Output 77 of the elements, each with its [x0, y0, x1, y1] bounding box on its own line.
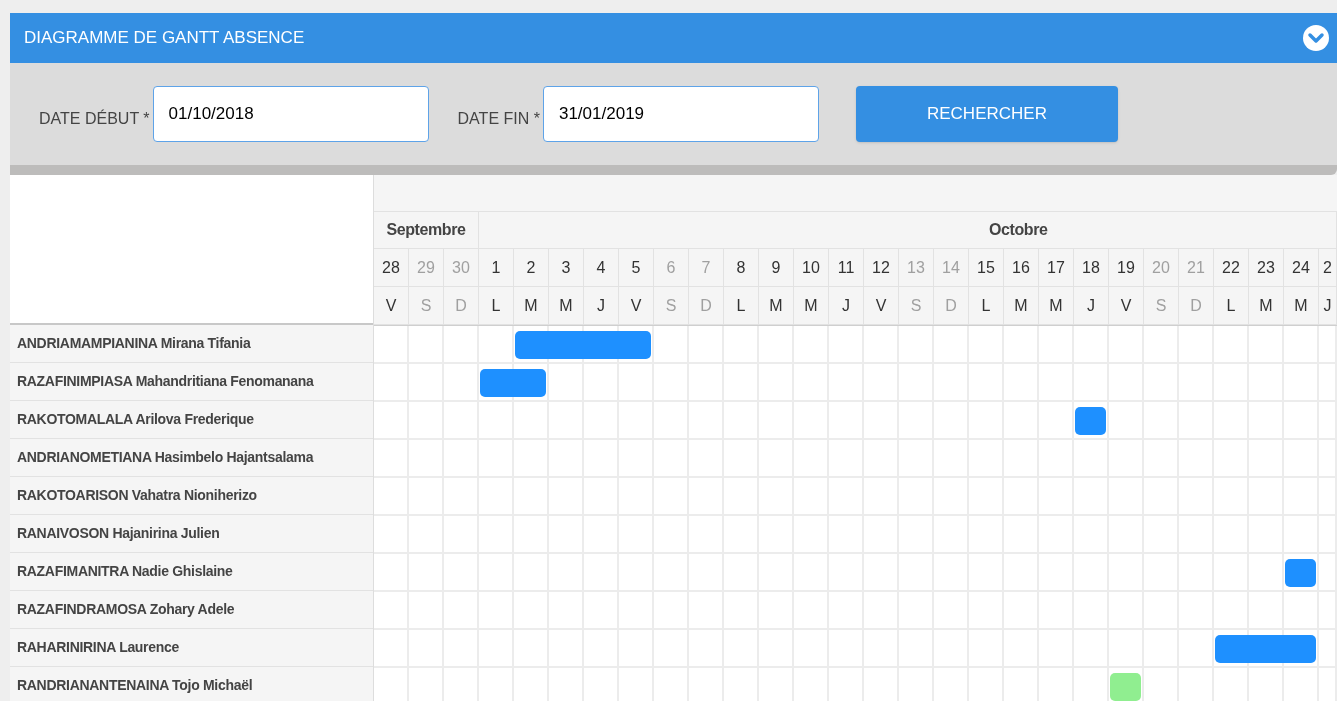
employee-name: RAZAFIMANITRA Nadie Ghislaine	[17, 562, 233, 581]
day-number: 24	[1292, 257, 1310, 278]
day-number: 5	[631, 257, 641, 278]
chevron-down-icon[interactable]	[1303, 25, 1329, 51]
weekday-letter: M	[524, 295, 538, 316]
day-number: 22	[1222, 257, 1240, 278]
employee-name: RAZAFINDRAMOSA Zohary Adele	[17, 600, 235, 619]
day-number: 9	[771, 257, 781, 278]
weekday-letter: D	[1190, 295, 1202, 316]
weekday-letter: L	[981, 295, 991, 316]
weekday-letter: J	[1323, 295, 1332, 316]
day-number: 11	[837, 257, 855, 278]
weekday-letter: L	[491, 295, 501, 316]
day-number: 14	[942, 257, 960, 278]
day-number: 2	[526, 257, 536, 278]
day-number: 4	[596, 257, 606, 278]
month-label: Octobre	[989, 220, 1048, 240]
day-number: 20	[1152, 257, 1170, 278]
day-number: 28	[382, 257, 400, 278]
day-number: 29	[417, 257, 435, 278]
month-label: Septembre	[386, 220, 466, 240]
weekday-letter: M	[804, 295, 818, 316]
weekday-letter: J	[1087, 295, 1095, 316]
employee-name: RAKOTOARISON Vahatra Nioniherizo	[17, 486, 257, 505]
employee-name: RANDRIANANTENAINA Tojo Michaël	[17, 676, 253, 695]
day-number: 30	[452, 257, 470, 278]
day-number: 2	[1323, 257, 1332, 278]
weekday-letter: S	[665, 295, 677, 316]
day-number: 15	[977, 257, 995, 278]
day-number: 3	[561, 257, 571, 278]
weekday-letter: D	[455, 295, 467, 316]
weekday-letter: V	[875, 295, 887, 316]
day-number: 18	[1082, 257, 1100, 278]
panel-title: DIAGRAMME DE GANTT ABSENCE	[24, 27, 305, 50]
field-label: DATE FIN *	[457, 109, 540, 129]
weekday-letter: S	[420, 295, 432, 316]
day-number: 16	[1012, 257, 1030, 278]
employee-name: RANAIVOSON Hajanirina Julien	[17, 524, 220, 543]
absence-bar[interactable]	[1283, 635, 1316, 663]
weekday-letter: M	[559, 295, 573, 316]
day-number: 21	[1187, 257, 1205, 278]
weekday-letter: M	[1049, 295, 1063, 316]
weekday-letter: J	[597, 295, 605, 316]
weekday-letter: M	[1294, 295, 1308, 316]
weekday-letter: M	[769, 295, 783, 316]
employee-name: ANDRIANOMETIANA Hasimbelo Hajantsalama	[17, 448, 314, 467]
field-label: DATE DÉBUT *	[39, 108, 150, 129]
day-number: 10	[802, 257, 820, 278]
weekday-letter: S	[1155, 295, 1167, 316]
weekday-letter: M	[1259, 295, 1273, 316]
employee-name: ANDRIAMAMPIANINA Mirana Tifania	[17, 334, 251, 353]
weekday-letter: S	[910, 295, 922, 316]
weekday-letter: D	[945, 295, 957, 316]
day-number: 13	[907, 257, 925, 278]
day-number: 1	[491, 257, 501, 278]
weekday-letter: D	[700, 295, 712, 316]
date-field[interactable]: 31/01/2019	[542, 86, 819, 142]
employee-name: RAKOTOMALALA Arilova Frederique	[17, 410, 254, 429]
weekday-letter: V	[630, 295, 642, 316]
date-field[interactable]: 01/10/2018	[152, 86, 429, 142]
day-number: 7	[701, 257, 711, 278]
day-number: 6	[666, 257, 676, 278]
employee-name: RAHARINIRINA Laurence	[17, 638, 179, 657]
absence-bar[interactable]	[618, 331, 651, 359]
absence-bar[interactable]	[513, 369, 546, 397]
weekday-letter: L	[1226, 295, 1236, 316]
weekday-letter: L	[736, 295, 746, 316]
weekday-letter: V	[1120, 295, 1132, 316]
employee-name: RAZAFINIMPIASA Mahandritiana Fenomanana	[17, 372, 314, 391]
day-number: 19	[1117, 257, 1135, 278]
weekday-letter: J	[842, 295, 850, 316]
day-number: 12	[872, 257, 890, 278]
day-number: 8	[736, 257, 746, 278]
weekday-letter: V	[385, 295, 397, 316]
day-number: 23	[1257, 257, 1275, 278]
weekday-letter: M	[1014, 295, 1028, 316]
day-number: 17	[1047, 257, 1065, 278]
